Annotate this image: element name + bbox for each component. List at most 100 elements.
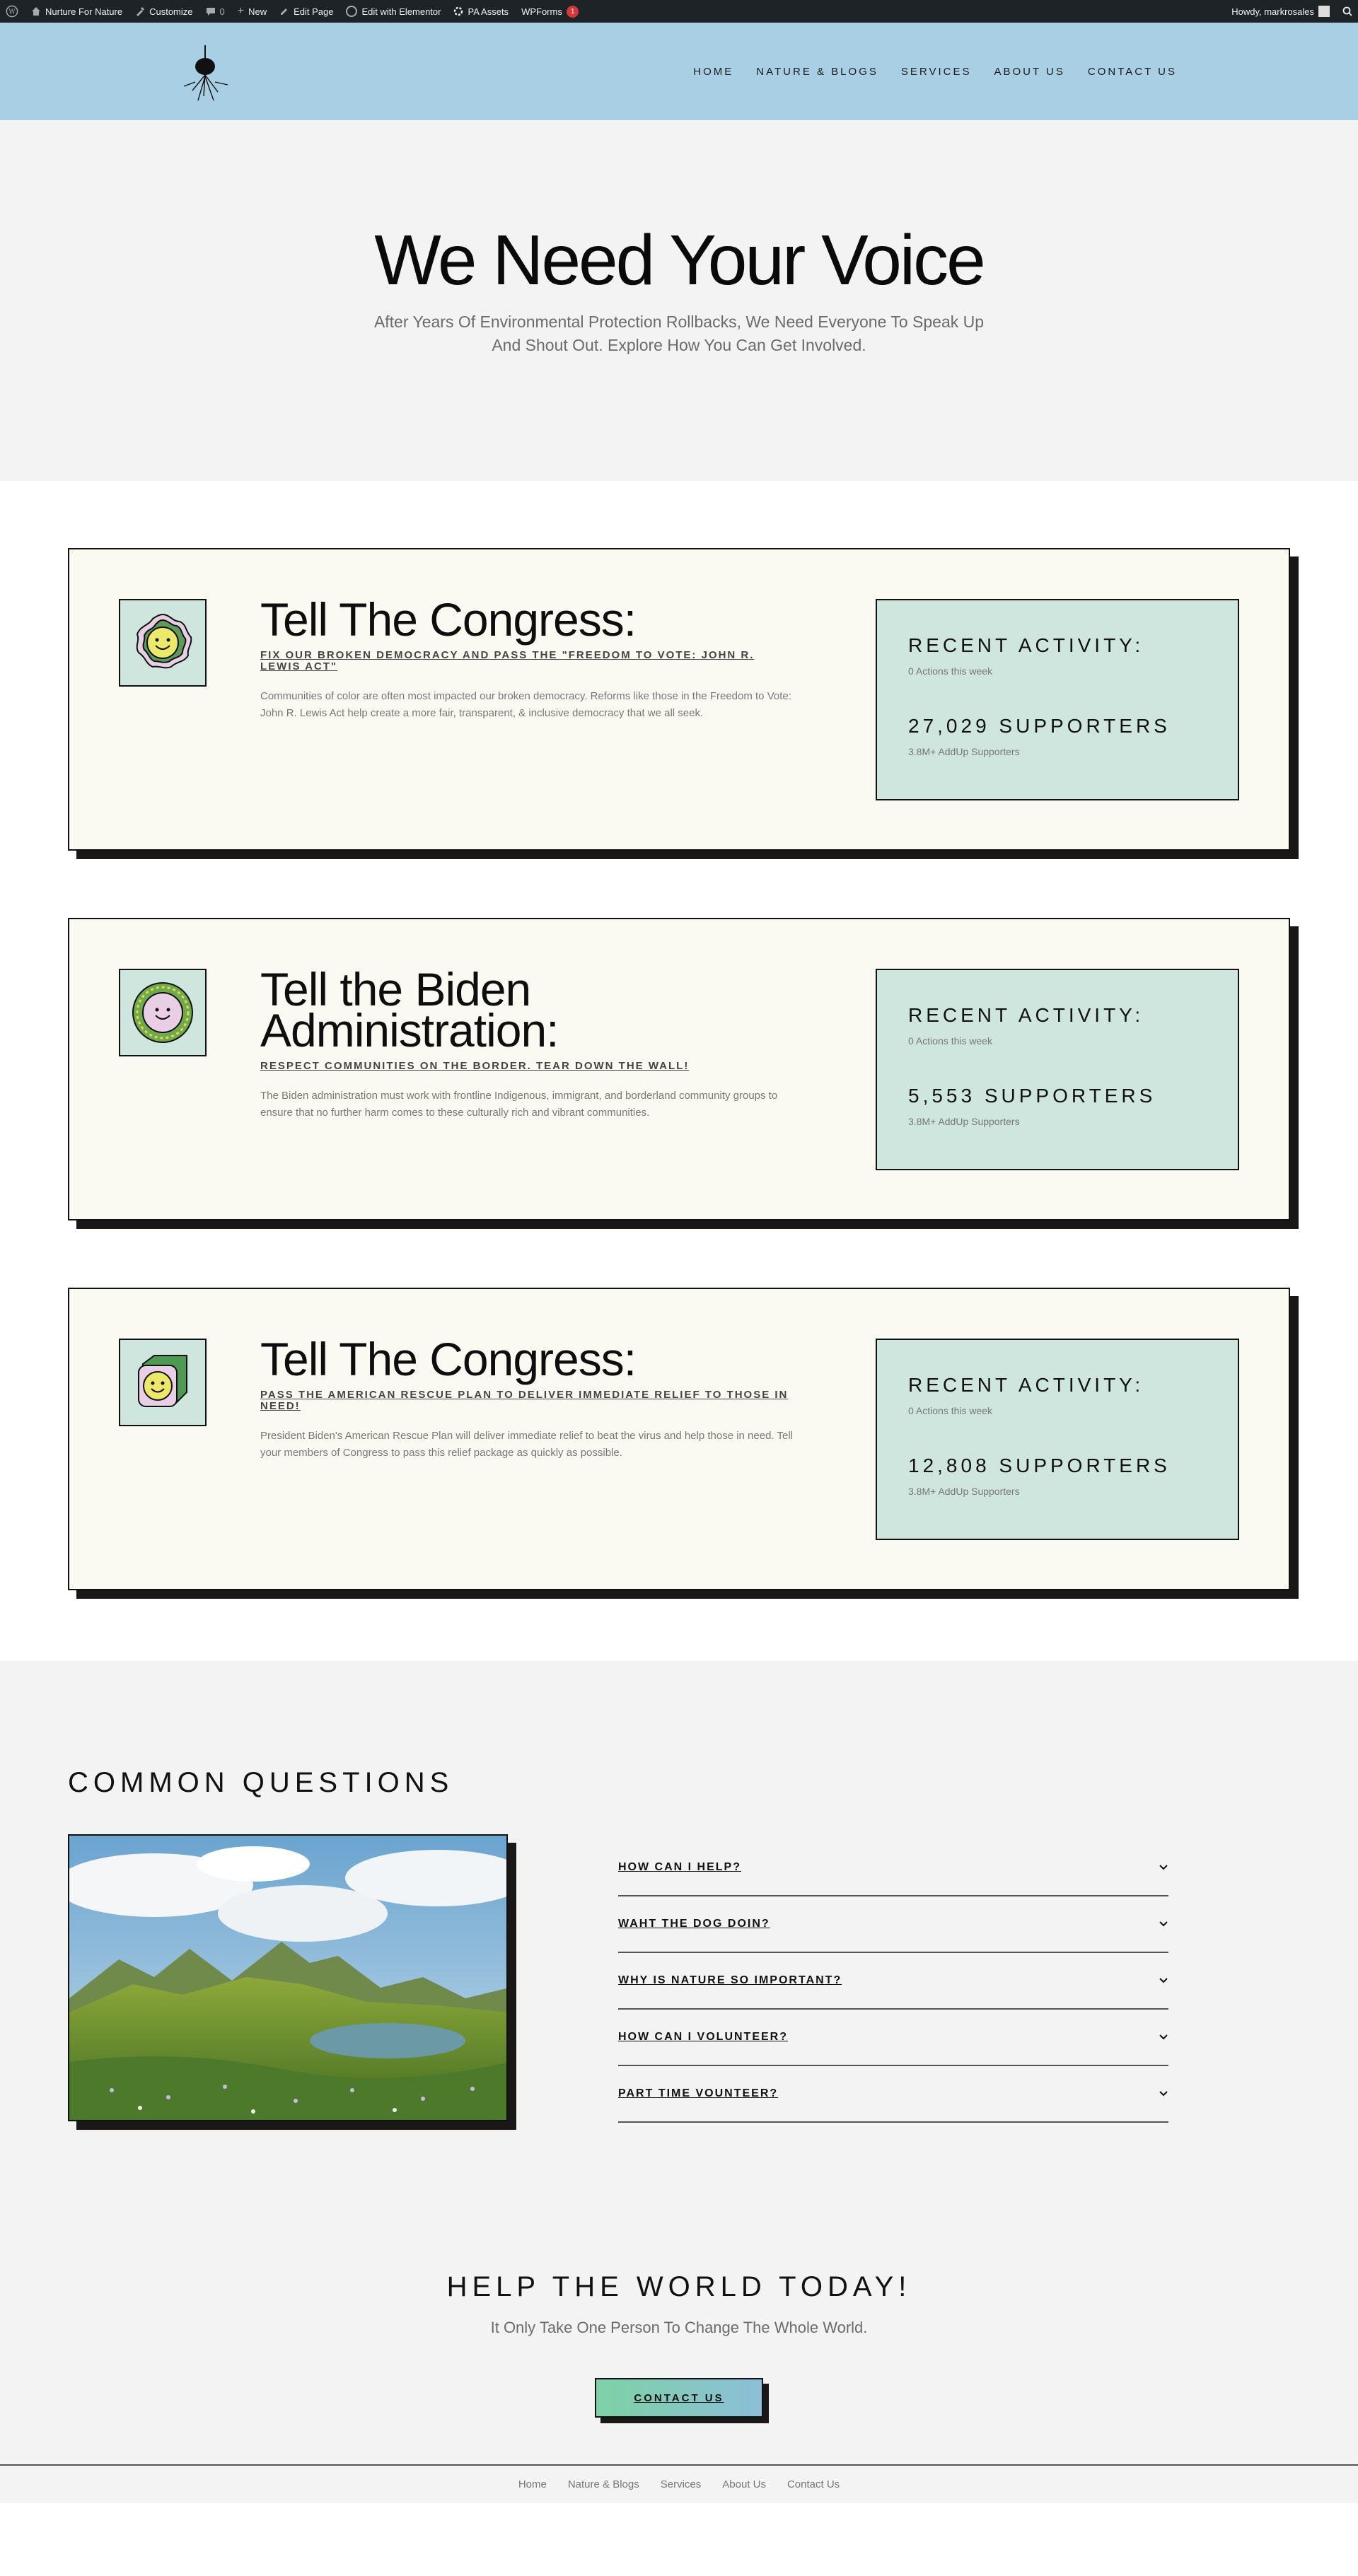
admin-edit-page-label: Edit Page [294, 6, 334, 17]
footer-link-home[interactable]: Home [518, 2478, 547, 2490]
flower-smiley-icon [119, 599, 207, 687]
actions-this-week: 0 Actions this week [908, 1405, 993, 1416]
faq-question: Waht the dog doin? [618, 1918, 770, 1930]
action-card: Tell The Congress: Fix Our Broken Democr… [68, 548, 1299, 859]
actions-this-week: 0 Actions this week [908, 1035, 993, 1047]
admin-wpforms-label: WPForms [521, 6, 562, 17]
nav-about-us[interactable]: About Us [994, 66, 1064, 78]
card-action-link[interactable]: Pass the American Rescue Plan to deliver… [260, 1389, 798, 1412]
landscape-image-frame [68, 1834, 516, 2130]
nav-home[interactable]: Home [693, 66, 733, 78]
actions-this-week: 0 Actions this week [908, 665, 993, 677]
action-card-body: Tell The Congress: Pass the American Res… [68, 1288, 1290, 1590]
addup-supporters: 3.8M+ AddUp Supporters [908, 1486, 1020, 1497]
card-content: Tell the Biden Administration: Respect c… [260, 966, 798, 1121]
admin-new[interactable]: + New [238, 5, 267, 18]
action-card-body: Tell the Biden Administration: Respect c… [68, 918, 1290, 1220]
footer-link-about-us[interactable]: About Us [722, 2478, 766, 2490]
footer-link-contact-us[interactable]: Contact Us [787, 2478, 840, 2490]
page-title: We Need Your Voice [374, 221, 985, 300]
chevron-down-icon [1159, 1978, 1168, 1983]
site-footer: Home Nature & Blogs Services About Us Co… [0, 2464, 1358, 2503]
faq-question: How can I help? [618, 1861, 741, 1873]
cta-block: HELP THE WORLD TODAY! It Only Take One P… [68, 2271, 1290, 2423]
activity-label: Recent Activity: [908, 1374, 1144, 1396]
admin-customize[interactable]: Customize [135, 6, 193, 17]
main-nav: Home Nature & Blogs Services About Us Co… [693, 66, 1177, 78]
contact-us-button[interactable]: CONTACT US [595, 2378, 763, 2418]
comment-icon [206, 8, 215, 16]
card-description: Communities of color are often most impa… [260, 690, 791, 719]
avatar [1318, 6, 1330, 17]
supporters-count: 12,808 SUPPORTERS [908, 1455, 1171, 1476]
supporters-count: 5,553 SUPPORTERS [908, 1085, 1156, 1107]
pencil-icon [281, 8, 288, 15]
card-action-link[interactable]: Fix Our Broken Democracy and Pass the "F… [260, 650, 798, 672]
cta-subtitle: It Only Take One Person To Change The Wh… [490, 2319, 868, 2336]
footer-link-services[interactable]: Services [661, 2478, 702, 2490]
faq-row: How can I help? Waht the dog doin? Why i… [68, 1834, 1290, 2130]
card-title: Tell The Congress: [260, 593, 637, 646]
chevron-down-icon [1159, 1921, 1168, 1927]
admin-edit-elementor-label: Edit with Elementor [361, 6, 441, 17]
cta-title: HELP THE WORLD TODAY! [446, 2271, 912, 2302]
site-header: Home Nature & Blogs Services About Us Co… [0, 23, 1358, 120]
admin-bar-left: W Nurture For Nature Customize 0 + New E… [6, 5, 579, 18]
faq-item[interactable]: How can I help? [618, 1840, 1168, 1896]
wordpress-logo-icon[interactable]: W [6, 5, 18, 18]
faq-question: Why is nature so important? [618, 1974, 842, 1986]
admin-edit-page[interactable]: Edit Page [279, 6, 333, 17]
badge-smiley-icon [119, 969, 207, 1056]
admin-comments[interactable]: 0 [206, 6, 225, 17]
elementor-icon [346, 6, 358, 17]
nav-nature-blogs[interactable]: Nature & Blogs [756, 66, 878, 78]
contact-button-wrap: CONTACT US [595, 2378, 769, 2423]
chevron-down-icon [1159, 2091, 1168, 2097]
hero-subtitle: After Years Of Environmental Protection … [373, 313, 985, 354]
admin-pa-assets[interactable]: PA Assets [453, 6, 509, 17]
card-action-link[interactable]: Respect communities on the border. Tear … [260, 1061, 798, 1072]
faq-item[interactable]: Part time vounteer? [618, 2066, 1168, 2123]
landscape-image [68, 1834, 508, 2121]
addup-supporters: 3.8M+ AddUp Supporters [908, 1116, 1020, 1127]
addup-supporters: 3.8M+ AddUp Supporters [908, 746, 1020, 757]
admin-bar: W Nurture For Nature Customize 0 + New E… [0, 0, 1358, 23]
site-logo[interactable] [177, 40, 233, 103]
admin-account[interactable]: Howdy, markrosales [1231, 6, 1330, 17]
admin-howdy: Howdy, markrosales [1231, 6, 1314, 17]
recent-activity-box: Recent Activity: 0 Actions this week 12,… [876, 1339, 1239, 1540]
chevron-down-icon [1159, 1865, 1168, 1870]
recent-activity-box: Recent Activity: 0 Actions this week 5,5… [876, 969, 1239, 1170]
nav-services[interactable]: Services [901, 66, 972, 78]
footer-link-nature-blogs[interactable]: Nature & Blogs [568, 2478, 639, 2490]
admin-edit-elementor[interactable]: Edit with Elementor [346, 6, 441, 17]
activity-label: Recent Activity: [908, 1004, 1144, 1026]
home-icon [32, 7, 40, 16]
faq-item[interactable]: How can I volunteer? [618, 2010, 1168, 2066]
admin-customize-label: Customize [149, 6, 193, 17]
cube-smiley-icon [119, 1339, 207, 1426]
admin-site-name[interactable]: Nurture For Nature [31, 6, 122, 17]
admin-wpforms[interactable]: WPForms 1 [521, 5, 579, 18]
faq-question: Part time vounteer? [618, 2087, 779, 2099]
admin-bar-right: Howdy, markrosales [1231, 6, 1352, 17]
faq-question: How can I volunteer? [618, 2031, 788, 2043]
tree-logo-icon [183, 45, 228, 101]
faq-item[interactable]: Waht the dog doin? [618, 1896, 1168, 1953]
faq-section: COMMON QUESTIONS HOW CAN I HELP? WAHT TH… [0, 1661, 1358, 2464]
nav-contact-us[interactable]: Contact Us [1088, 66, 1177, 78]
action-card: Tell The Congress: Pass the American Res… [68, 1288, 1299, 1599]
faq-item[interactable]: Why is nature so important? [618, 1953, 1168, 2010]
admin-pa-assets-label: PA Assets [468, 6, 509, 17]
supporters-count: 27,029 SUPPORTERS [908, 715, 1171, 737]
card-description: President Biden's American Rescue Plan w… [260, 1430, 793, 1459]
plus-icon: + [237, 5, 245, 17]
recent-activity-box: Recent Activity: 0 Actions this week 27,… [876, 599, 1239, 800]
brush-icon [137, 7, 145, 16]
activity-label: Recent Activity: [908, 634, 1144, 656]
card-content: Tell The Congress: Fix Our Broken Democr… [260, 593, 798, 722]
admin-comments-count: 0 [219, 6, 225, 17]
faq-title: COMMON QUESTIONS [68, 1767, 454, 1798]
search-icon[interactable] [1342, 6, 1352, 16]
actions-section: Tell The Congress: Fix Our Broken Democr… [0, 481, 1358, 1661]
